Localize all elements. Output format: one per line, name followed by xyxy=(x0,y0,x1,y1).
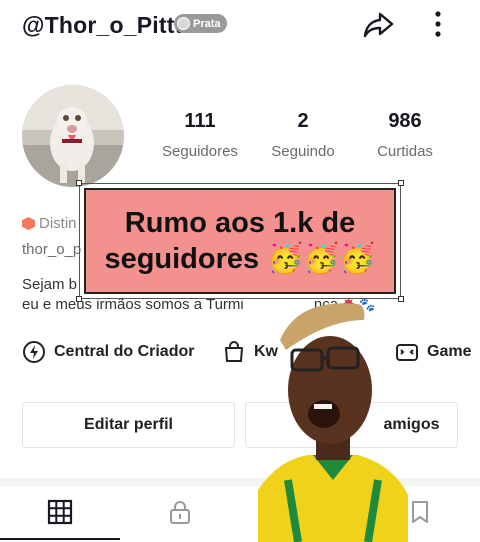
more-options-button[interactable] xyxy=(430,8,446,40)
distinction-row[interactable]: Distin xyxy=(22,215,77,232)
likes-stat[interactable]: 986 Curtidas xyxy=(355,110,455,160)
creator-center-link[interactable]: Central do Criador xyxy=(22,340,194,364)
followers-count: 111 xyxy=(184,110,216,132)
creator-center-label: Central do Criador xyxy=(54,343,195,360)
share-button[interactable] xyxy=(362,8,396,40)
more-vertical-icon xyxy=(435,11,441,37)
lock-icon xyxy=(170,501,190,524)
likes-count: 986 xyxy=(388,110,422,132)
active-tab-indicator xyxy=(0,538,120,540)
tab-private[interactable] xyxy=(165,497,195,527)
distinction-text: Distin xyxy=(39,215,77,232)
tab-videos[interactable] xyxy=(45,497,75,527)
secondary-handle: thor_o_p xyxy=(22,241,82,258)
level-badge[interactable]: Prata xyxy=(174,14,227,33)
following-stat[interactable]: 2 Seguindo xyxy=(253,110,353,160)
bio-text-line-1: Sejam b xyxy=(22,276,78,293)
section-divider xyxy=(0,478,480,486)
game-label: Game xyxy=(427,343,472,360)
overlay-line-2: seguidores 🥳🥳🥳 xyxy=(104,243,376,275)
edit-profile-button[interactable]: Editar perfil xyxy=(22,402,235,448)
following-label: Seguindo xyxy=(271,143,335,160)
profile-username: @Thor_o_Pittt xyxy=(22,12,183,38)
likes-label: Curtidas xyxy=(377,143,433,160)
distinction-icon xyxy=(22,217,35,230)
tab-favorites[interactable] xyxy=(405,497,435,527)
resize-handle[interactable] xyxy=(398,180,404,186)
bookmark-icon xyxy=(412,501,428,523)
profile-avatar[interactable] xyxy=(22,85,124,187)
overlay-line-1: Rumo aos 1.k de xyxy=(124,207,356,239)
following-count: 2 xyxy=(297,110,309,132)
resize-handle[interactable] xyxy=(76,296,82,302)
overlay-text-banner[interactable]: Rumo aos 1.k de seguidores 🥳🥳🥳 xyxy=(84,188,396,294)
badge-label: Prata xyxy=(193,17,221,30)
followers-label: Seguidores xyxy=(162,143,238,160)
share-arrow-icon xyxy=(363,12,394,38)
followers-stat[interactable]: 111 Seguidores xyxy=(150,110,250,160)
grid-icon xyxy=(47,499,73,525)
resize-handle[interactable] xyxy=(76,180,82,186)
shopping-bag-icon xyxy=(225,341,243,362)
person-overlay-image xyxy=(258,290,408,542)
badge-icon xyxy=(177,17,190,30)
dog-photo xyxy=(22,85,124,187)
creator-center-icon xyxy=(23,341,45,363)
